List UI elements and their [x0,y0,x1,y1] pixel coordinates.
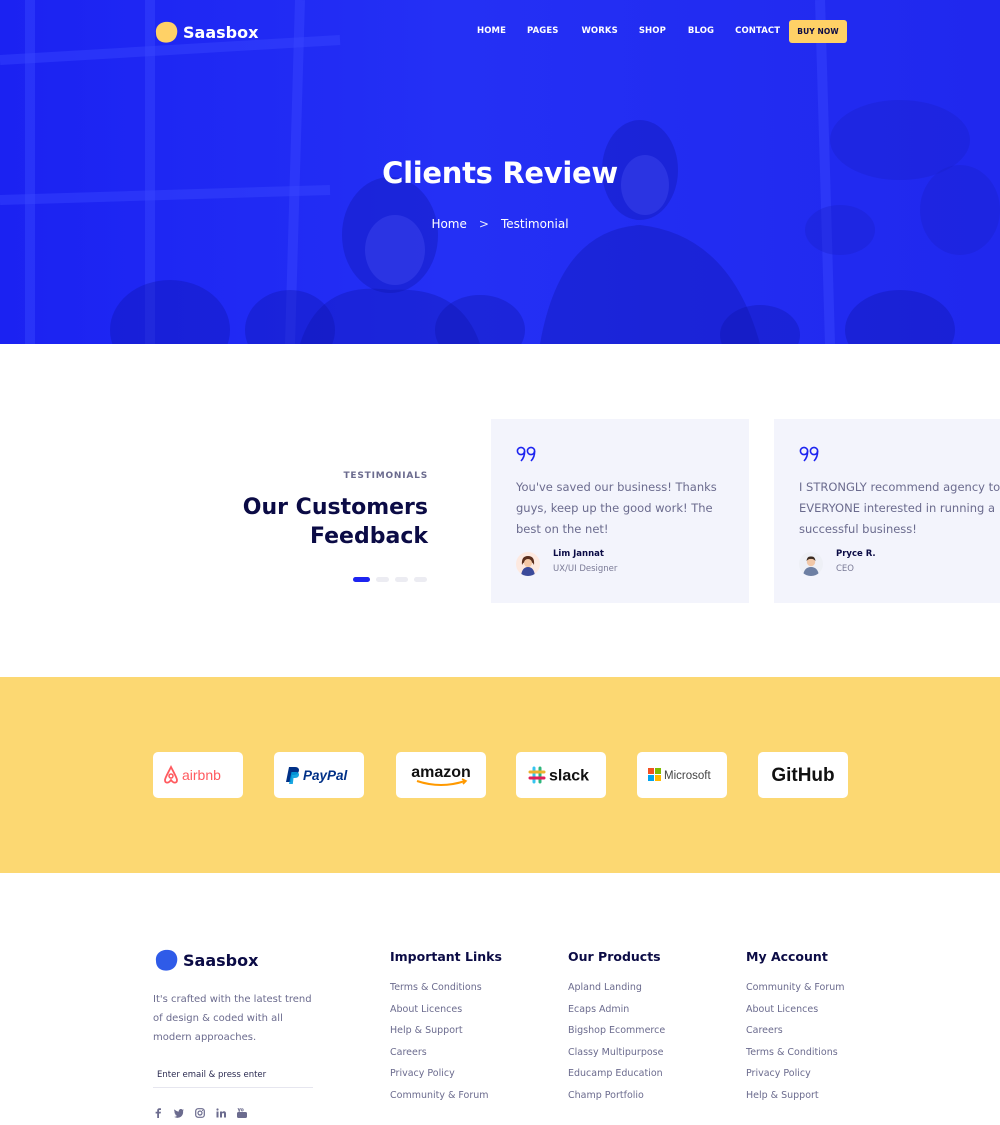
footer-link[interactable]: Careers [390,1042,502,1064]
breadcrumb-current: Testimonial [500,217,569,231]
partner-name: slack [549,768,589,785]
footer-column-title: Our Products [568,949,661,964]
breadcrumb-home[interactable]: Home [431,217,466,231]
newsletter-email-input[interactable] [153,1063,313,1088]
footer-link[interactable]: Privacy Policy [746,1063,845,1085]
slider-dot-4[interactable] [414,577,427,582]
saasbox-logo-icon [155,949,178,971]
microsoft-icon: Microsoft [648,768,711,782]
footer-link[interactable]: Careers [746,1020,845,1042]
chevron-right-icon: > [478,217,489,231]
testimonial-card: I STRONGLY recommend agency to EVERYONE … [774,419,1000,603]
main-nav: HOME PAGES WORKS SHOP BLOG CONTACT [477,26,780,36]
partner-logo-airbnb[interactable]: airbnb [153,752,243,798]
nav-blog[interactable]: BLOG [688,26,714,36]
nav-home[interactable]: HOME [477,26,506,36]
testimonial-author: Lim Jannat [553,549,604,559]
testimonial-author: Pryce R. [836,549,876,559]
footer-column-title: My Account [746,949,828,964]
nav-contact[interactable]: CONTACT [735,26,780,36]
footer-link[interactable]: Help & Support [746,1085,845,1107]
nav-shop[interactable]: SHOP [639,26,666,36]
linkedin-icon[interactable] [216,1108,226,1118]
footer-column-my-account: My Account Community & Forum About Licen… [746,949,845,1106]
partner-logos-band: airbnb PayPal amazon slack Microsoft Git… [0,677,1000,873]
paypal-icon: PayPal [286,767,348,784]
partner-logo-amazon[interactable]: amazon [396,752,486,798]
youtube-icon[interactable] [237,1108,247,1118]
avatar [799,552,823,576]
header-logo[interactable]: Saasbox [153,20,258,44]
section-eyebrow: TESTIMONIALS [343,471,428,481]
slack-icon: slack [528,766,589,785]
testimonial-role: UX/UI Designer [553,564,618,574]
airbnb-icon: airbnb [164,764,221,784]
hero-banner: Saasbox HOME PAGES WORKS SHOP BLOG CONTA… [0,0,1000,344]
facebook-icon[interactable] [153,1108,163,1118]
footer-about-text: It's crafted with the latest trend of de… [153,994,312,1043]
footer-column-title: Important Links [390,949,502,964]
breadcrumb: Home > Testimonial [0,217,1000,231]
avatar [516,552,540,576]
partner-name: PayPal [303,768,348,783]
section-heading: Our Customers Feedback [243,493,428,551]
quote-icon [799,446,819,462]
partner-name: amazon [411,764,471,781]
partner-logo-microsoft[interactable]: Microsoft [637,752,727,798]
partner-name: airbnb [182,767,221,783]
footer-link[interactable]: Terms & Conditions [390,977,502,999]
footer-column-our-products: Our Products Apland Landing Ecaps Admin … [568,949,665,1106]
github-logo: GitHub [771,765,834,786]
footer-link[interactable]: Champ Portfolio [568,1085,665,1107]
amazon-logo: amazon [411,764,471,786]
brand-name: Saasbox [183,22,259,42]
footer-link[interactable]: Community & Forum [746,977,845,999]
footer-link[interactable]: Terms & Conditions [746,1042,845,1064]
quote-icon [516,446,536,462]
buy-now-button[interactable]: BUY NOW [789,20,847,43]
partner-name: GitHub [771,765,834,786]
footer-link[interactable]: Help & Support [390,1020,502,1042]
nav-pages[interactable]: PAGES [527,26,558,36]
partner-name: Microsoft [664,770,711,782]
instagram-icon[interactable] [195,1108,205,1118]
footer-link[interactable]: Apland Landing [568,977,665,999]
nav-works[interactable]: WORKS [581,26,617,36]
twitter-icon[interactable] [174,1108,184,1118]
footer-link[interactable]: About Licences [746,999,845,1021]
section-heading-line2: Feedback [310,524,428,549]
slider-dot-1[interactable] [353,577,370,582]
partner-logo-slack[interactable]: slack [516,752,606,798]
partner-logo-paypal[interactable]: PayPal [274,752,364,798]
brand-name: Saasbox [183,950,259,970]
slider-pagination [353,577,427,582]
social-links [153,1108,247,1118]
page-title: Clients Review [382,156,618,190]
partner-logo-github[interactable]: GitHub [758,752,848,798]
footer-link[interactable]: Community & Forum [390,1085,502,1107]
slider-dot-2[interactable] [376,577,389,582]
testimonial-text: You've saved our business! Thanks guys, … [516,480,717,536]
testimonial-card: You've saved our business! Thanks guys, … [491,419,749,603]
footer-column-important-links: Important Links Terms & Conditions About… [390,949,502,1106]
slider-dot-3[interactable] [395,577,408,582]
footer-link[interactable]: Privacy Policy [390,1063,502,1085]
testimonial-role: CEO [836,564,854,574]
saasbox-logo-icon [155,21,178,43]
testimonial-text: I STRONGLY recommend agency to EVERYONE … [799,480,1000,536]
footer-link[interactable]: Ecaps Admin [568,999,665,1021]
footer-link[interactable]: Educamp Education [568,1063,665,1085]
footer-link[interactable]: Bigshop Ecommerce [568,1020,665,1042]
footer-link[interactable]: Classy Multipurpose [568,1042,665,1064]
section-heading-line1: Our Customers [242,495,428,520]
footer-logo[interactable]: Saasbox [153,948,258,972]
footer-link[interactable]: About Licences [390,999,502,1021]
